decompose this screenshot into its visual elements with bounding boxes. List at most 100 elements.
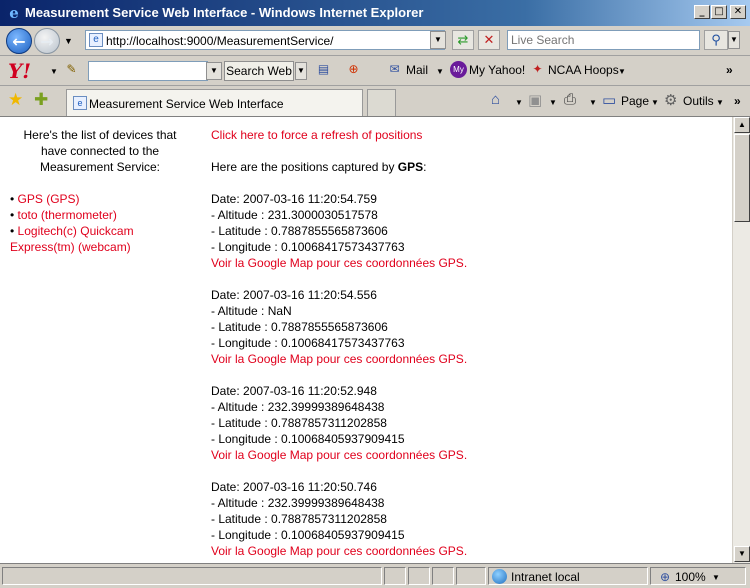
favorites-star-icon[interactable]: ★: [8, 90, 23, 110]
record-longitude: - Longitude : 0.10068405937909415: [211, 432, 405, 446]
tools-menu[interactable]: Outils: [683, 94, 714, 108]
stop-button[interactable]: ✕: [478, 30, 500, 50]
status-bar: Intranet local ⊕ 100% ▼: [0, 564, 750, 588]
device-link-gps[interactable]: GPS (GPS): [18, 192, 80, 206]
my-yahoo-icon: My: [450, 61, 467, 78]
security-zone-label: Intranet local: [511, 570, 580, 584]
layout-icon[interactable]: ▤: [315, 61, 332, 78]
google-map-link[interactable]: Voir la Google Map pour ces coordonnées …: [211, 544, 467, 558]
forward-button[interactable]: →: [34, 28, 60, 54]
feeds-icon[interactable]: ▣: [528, 91, 542, 109]
live-search-field[interactable]: [507, 30, 700, 50]
mail-icon[interactable]: ✉: [386, 61, 403, 78]
new-tab-button[interactable]: [367, 89, 396, 116]
record-altitude: - Altitude : 231.3000030517578: [211, 208, 378, 222]
ncaa-hoops-link[interactable]: NCAA Hoops: [548, 63, 619, 77]
live-search-input[interactable]: [508, 31, 696, 49]
print-icon[interactable]: ⎙: [564, 91, 576, 108]
list-item: • GPS (GPS): [10, 192, 80, 206]
record-altitude: - Altitude : 232.39999389648438: [211, 400, 385, 414]
yahoo-overflow-chevron[interactable]: »: [726, 63, 733, 77]
device-link-thermometer[interactable]: toto (thermometer): [18, 208, 117, 222]
print-dropdown-icon[interactable]: ▼: [589, 98, 597, 107]
record-latitude: - Latitude : 0.7887855565873606: [211, 320, 388, 334]
scroll-thumb[interactable]: [734, 134, 750, 222]
record-date: Date: 2007-03-16 11:20:54.759: [211, 192, 377, 206]
vertical-scrollbar[interactable]: ▲ ▼: [732, 117, 750, 563]
page-menu[interactable]: Page: [621, 94, 649, 108]
status-cell: [408, 567, 430, 585]
ncaa-dropdown-icon[interactable]: ▼: [618, 67, 626, 76]
scroll-down-button[interactable]: ▼: [734, 546, 750, 562]
search-web-button[interactable]: Search Web: [224, 61, 294, 81]
record-date: Date: 2007-03-16 11:20:50.746: [211, 480, 377, 494]
status-cell: [456, 567, 486, 585]
record-latitude: - Latitude : 0.7887857311202858: [211, 416, 387, 430]
record-date: Date: 2007-03-16 11:20:52.948: [211, 384, 377, 398]
search-web-dropdown[interactable]: ▼: [295, 62, 307, 80]
position-record: Date: 2007-03-16 11:20:54.556 - Altitude…: [211, 287, 721, 367]
list-item: • Logitech(c) Quickcam Express(tm) (webc…: [10, 224, 134, 254]
device-link-webcam[interactable]: Logitech(c) Quickcam Express(tm) (webcam…: [10, 224, 134, 254]
google-map-link[interactable]: Voir la Google Map pour ces coordonnées …: [211, 448, 467, 462]
record-altitude: - Altitude : 232.39999389648438: [211, 496, 385, 510]
status-cell: [384, 567, 406, 585]
positions-suffix: :: [423, 160, 427, 174]
refresh-button[interactable]: ⇄: [452, 30, 474, 50]
pencil-icon[interactable]: ✎: [63, 61, 80, 78]
tab-measurement-service[interactable]: e Measurement Service Web Interface: [66, 89, 363, 116]
zoom-level[interactable]: 100%: [675, 570, 706, 584]
recent-pages-dropdown-icon[interactable]: ▼: [64, 36, 73, 46]
page-content: Here's the list of devices that have con…: [0, 116, 750, 564]
record-latitude: - Latitude : 0.7887855565873606: [211, 224, 388, 238]
tab-label: Measurement Service Web Interface: [89, 97, 284, 111]
yahoo-toolbar: Y! ▼ ✎ ▼ Search Web ▼ ▤ ⊕ ✉ Mail ▼ My My…: [0, 56, 750, 86]
globe-icon: [492, 569, 507, 584]
mail-dropdown-icon[interactable]: ▼: [436, 67, 444, 76]
yahoo-search-dropdown[interactable]: ▼: [206, 62, 222, 80]
commands-overflow-chevron[interactable]: »: [734, 94, 741, 108]
page-icon: ▭: [602, 92, 617, 109]
page-icon: e: [89, 33, 103, 47]
yahoo-search-field[interactable]: [88, 61, 208, 81]
ncaa-icon: ✦: [532, 62, 543, 76]
record-longitude: - Longitude : 0.10068417573437763: [211, 336, 405, 350]
device-sidebar: Here's the list of devices that have con…: [10, 127, 190, 255]
record-date: Date: 2007-03-16 11:20:54.556: [211, 288, 377, 302]
add-favorite-icon[interactable]: ✚: [34, 90, 48, 110]
tab-page-icon: e: [73, 96, 87, 110]
back-button[interactable]: ←: [6, 28, 32, 54]
search-button[interactable]: ⚲: [704, 30, 728, 50]
positions-prefix: Here are the positions captured by: [211, 160, 398, 174]
positions-column: Click here to force a refresh of positio…: [211, 127, 721, 559]
address-field[interactable]: e http://localhost:9000/MeasurementServi…: [85, 30, 445, 50]
tools-dropdown-icon[interactable]: ▼: [716, 98, 724, 107]
tools-gear-icon: ⚙: [664, 92, 678, 109]
search-options-dropdown[interactable]: ▼: [728, 31, 740, 49]
status-cell: [432, 567, 454, 585]
record-latitude: - Latitude : 0.7887857311202858: [211, 512, 387, 526]
feeds-dropdown-icon[interactable]: ▼: [549, 98, 557, 107]
home-icon[interactable]: ⌂: [491, 91, 500, 108]
address-url[interactable]: http://localhost:9000/MeasurementService…: [106, 34, 333, 48]
maximize-button[interactable]: □: [711, 5, 727, 19]
yahoo-menu-dropdown-icon[interactable]: ▼: [50, 67, 58, 76]
device-list: • GPS (GPS) • toto (thermometer) • Logit…: [10, 191, 190, 255]
page-dropdown-icon[interactable]: ▼: [651, 98, 659, 107]
mail-link[interactable]: Mail: [406, 63, 428, 77]
yahoo-logo[interactable]: Y!: [8, 59, 31, 83]
refresh-positions-link[interactable]: Click here to force a refresh of positio…: [211, 128, 422, 142]
home-dropdown-icon[interactable]: ▼: [515, 98, 523, 107]
minimize-button[interactable]: _: [694, 5, 710, 19]
zoom-dropdown-icon[interactable]: ▼: [712, 573, 720, 582]
google-map-link[interactable]: Voir la Google Map pour ces coordonnées …: [211, 352, 467, 366]
record-longitude: - Longitude : 0.10068405937909415: [211, 528, 405, 542]
close-button[interactable]: ✕: [730, 5, 746, 19]
my-yahoo-link[interactable]: My Yahoo!: [469, 63, 525, 77]
google-map-link[interactable]: Voir la Google Map pour ces coordonnées …: [211, 256, 467, 270]
address-dropdown-button[interactable]: ▼: [430, 31, 446, 49]
devices-intro: Here's the list of devices that have con…: [23, 128, 177, 174]
positions-device: GPS: [397, 160, 424, 174]
scroll-up-button[interactable]: ▲: [734, 117, 750, 133]
crosshair-icon[interactable]: ⊕: [345, 61, 362, 78]
